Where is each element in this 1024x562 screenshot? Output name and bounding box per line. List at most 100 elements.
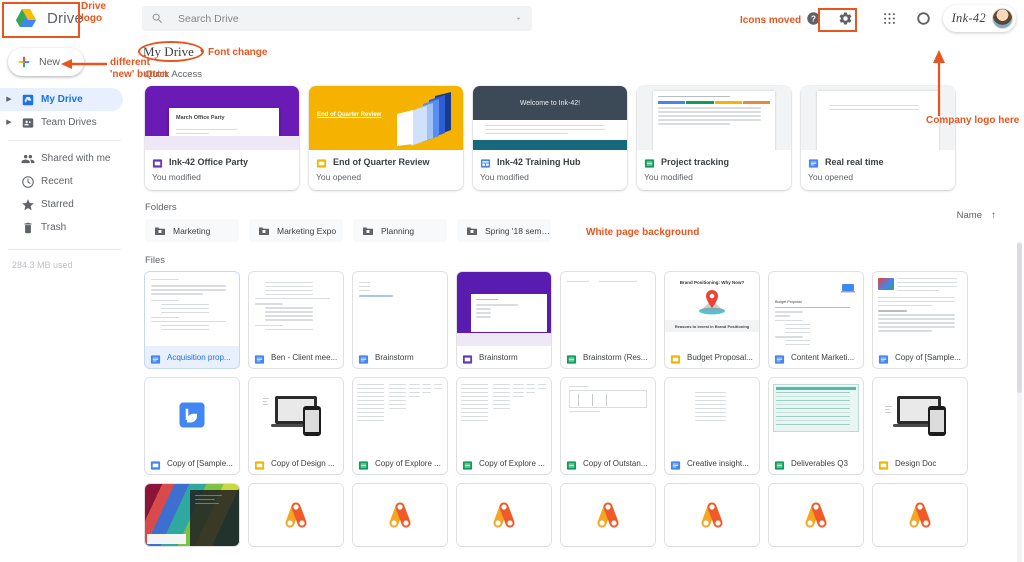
gear-icon[interactable]	[832, 5, 860, 33]
circle-outline-icon[interactable]	[910, 5, 938, 33]
card-title: End of Quarter Review	[333, 157, 430, 167]
sidebar-item-team-drives[interactable]: ▶ Team Drives	[0, 111, 123, 134]
drive-logo-icon	[14, 8, 38, 30]
file-card[interactable]: Acquisition prop...	[145, 272, 239, 368]
slides-file-icon	[152, 156, 163, 167]
file-card[interactable]: Creative insight...	[665, 378, 759, 474]
sheets-file-icon	[462, 458, 473, 469]
file-thumbnail	[145, 378, 239, 452]
svg-text:?: ?	[811, 15, 816, 24]
file-label: Brainstorm	[375, 353, 414, 362]
file-card[interactable]: Brand Positioning: Why Now? Reasons to i…	[665, 272, 759, 368]
clock-icon	[20, 174, 35, 189]
sidebar-nav: ▶ My Drive ▶ Team Drives ▶ Shared wi	[0, 88, 131, 239]
folder-item[interactable]: Planning	[353, 219, 447, 242]
quick-access-card[interactable]: Welcome to Ink-42! Ink-42 Training Hub Y…	[473, 86, 627, 190]
file-card[interactable]: Copy of [Sample...	[145, 378, 239, 474]
file-thumbnail	[561, 484, 655, 546]
new-button[interactable]: New	[8, 48, 84, 76]
file-card[interactable]	[665, 484, 759, 546]
file-card[interactable]: Copy of Outstan...	[561, 378, 655, 474]
file-thumbnail	[873, 378, 967, 452]
sidebar-item-recent[interactable]: ▶ Recent	[0, 170, 123, 193]
quick-access-card[interactable]: End of Quarter Review End of Quarter Rev…	[309, 86, 463, 190]
files-label: Files	[131, 255, 1024, 266]
file-card[interactable]: Copy of [Sample...	[873, 272, 967, 368]
file-card[interactable]	[561, 484, 655, 546]
file-card[interactable]: Copy of Explore ...	[353, 378, 447, 474]
people-icon	[20, 151, 35, 166]
slides-file-icon	[670, 352, 681, 363]
slides-file-icon	[254, 458, 265, 469]
avatar[interactable]	[992, 8, 1013, 29]
folders-row: Marketing Marketing Expo Planning Spring…	[131, 213, 1024, 242]
breadcrumb[interactable]: My Drive ▼	[131, 37, 1024, 67]
file-footer: Design Doc	[873, 452, 967, 474]
chevron-down-icon[interactable]: ▼	[199, 49, 205, 55]
breadcrumb-current[interactable]: My Drive ▼	[143, 44, 205, 60]
expand-arrow-icon[interactable]: ▶	[4, 96, 14, 103]
file-thumbnail	[457, 378, 551, 452]
analytics-logo-icon	[489, 501, 519, 529]
card-meta: Project tracking You modified	[637, 150, 791, 190]
thumb-text: Welcome to Ink-42!	[473, 86, 627, 120]
file-card[interactable]	[145, 484, 239, 546]
file-card[interactable]: Copy of Explore ...	[457, 378, 551, 474]
quick-access-card[interactable]: Real real time You opened	[801, 86, 955, 190]
file-card[interactable]: Design Doc	[873, 378, 967, 474]
file-card[interactable]: Brainstorm (Res...	[561, 272, 655, 368]
files-grid: Acquisition prop... Ben - Client mee...	[131, 266, 1024, 546]
map-pin-illustration	[695, 289, 729, 315]
file-footer: Copy of Design ...	[249, 452, 343, 474]
chevron-down-icon[interactable]	[514, 14, 523, 23]
file-footer: Copy of Explore ...	[457, 452, 551, 474]
folder-item[interactable]: Spring '18 seme...	[457, 219, 551, 242]
file-card[interactable]	[353, 484, 447, 546]
file-card[interactable]: Deliverables Q3	[769, 378, 863, 474]
top-bar-actions: ? Ink-42	[796, 0, 1016, 37]
scrollbar-thumb[interactable]	[1017, 243, 1022, 393]
sidebar-item-shared-with-me[interactable]: ▶ Shared with me	[0, 147, 123, 170]
account-pill[interactable]: Ink-42	[943, 5, 1016, 32]
help-circle-icon[interactable]: ?	[800, 5, 828, 33]
folder-item[interactable]: Marketing	[145, 219, 239, 242]
card-status: You opened	[808, 172, 948, 182]
sidebar-item-starred[interactable]: ▶ Starred	[0, 193, 123, 216]
drive-logo-zone[interactable]: Drive	[0, 0, 130, 37]
file-card[interactable]: Brainstorm	[353, 272, 447, 368]
file-card[interactable]: Brainstorm	[457, 272, 551, 368]
folder-icon	[154, 226, 166, 236]
file-label: Ben - Client mee...	[271, 353, 337, 362]
search-bar[interactable]	[142, 6, 532, 31]
quick-access-card[interactable]: March Office Party Ink-42 Office Party Y…	[145, 86, 299, 190]
folder-icon	[362, 226, 374, 236]
file-footer: Copy of [Sample...	[145, 452, 239, 474]
company-logo-text: Ink-42	[952, 11, 986, 26]
apps-grid-icon[interactable]	[876, 5, 904, 33]
forms-file-icon	[150, 458, 161, 469]
analytics-logo-icon	[697, 501, 727, 529]
analytics-logo-icon	[281, 501, 311, 529]
arrow-up-icon[interactable]: ↑	[991, 210, 996, 221]
file-card[interactable]	[457, 484, 551, 546]
file-card[interactable]	[873, 484, 967, 546]
file-card[interactable]: Copy of Design ...	[249, 378, 343, 474]
search-input[interactable]	[178, 13, 500, 25]
sidebar-item-trash[interactable]: ▶ Trash	[0, 216, 123, 239]
file-card[interactable]: Budget Proposal Content Marketi...	[769, 272, 863, 368]
expand-arrow-icon[interactable]: ▶	[4, 119, 14, 126]
file-label: Copy of [Sample...	[167, 459, 233, 468]
plus-icon	[17, 55, 31, 69]
card-title: Project tracking	[661, 157, 729, 167]
sort-control[interactable]: Name ↑	[957, 210, 996, 221]
folder-item[interactable]: Marketing Expo	[249, 219, 343, 242]
file-card[interactable]	[249, 484, 343, 546]
file-thumbnail	[769, 484, 863, 546]
file-footer: Deliverables Q3	[769, 452, 863, 474]
sidebar-item-my-drive[interactable]: ▶ My Drive	[0, 88, 123, 111]
file-card[interactable]: Ben - Client mee...	[249, 272, 343, 368]
file-card[interactable]	[769, 484, 863, 546]
folder-icon	[466, 226, 478, 236]
sheets-file-icon	[566, 458, 577, 469]
quick-access-card[interactable]: Project tracking You modified	[637, 86, 791, 190]
